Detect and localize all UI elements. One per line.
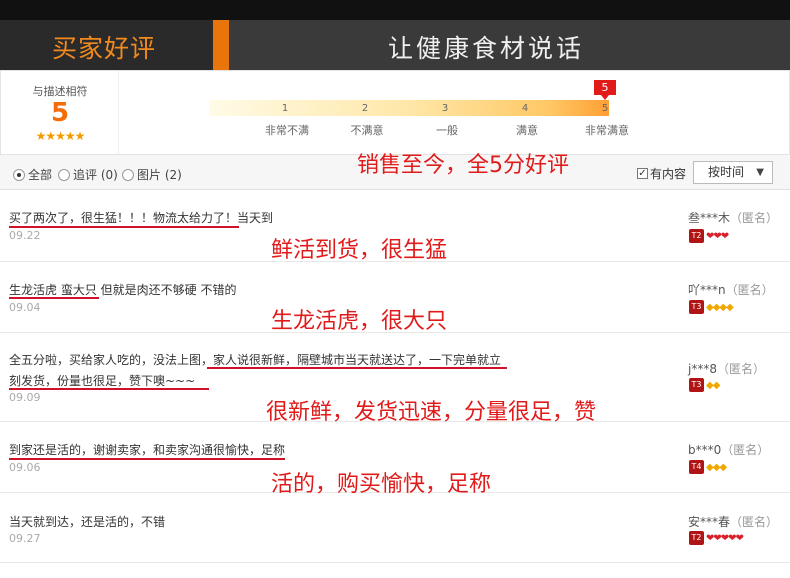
review-date: 09.22 (9, 229, 41, 242)
top-black-bar (0, 0, 790, 20)
summary-annotation: 销售至今，全5分好评 (357, 153, 569, 178)
reviewer-nickname: 安***春 (688, 515, 731, 529)
review-text-line-2: 刻发货，份量也很足，赞下噢~~~ (9, 374, 196, 388)
reviewer-name: 叁***木（匿名） (688, 209, 778, 226)
reviewer-level: T3 ◆◆◆◆ (689, 300, 734, 314)
scale-number-1: 1 (281, 103, 289, 114)
radio-unchecked-icon (122, 168, 134, 181)
level-badge: T2 (689, 229, 704, 243)
diamond-gems-icon: ◆◆◆◆ (706, 301, 734, 313)
rating-label: 与描述相符 (32, 85, 88, 98)
anonymous-tag: （匿名） (721, 443, 770, 457)
level-badge: T4 (689, 460, 704, 474)
review-underline (9, 458, 285, 460)
heart-gems-icon: ❤❤❤❤❤ (706, 532, 744, 544)
anonymous-tag: （匿名） (725, 283, 774, 297)
reviewer-name: 安***春（匿名） (688, 513, 778, 530)
banner-title-block: 买家好评 (0, 20, 213, 70)
filter-images-radio[interactable]: 图片 (2) (122, 166, 182, 183)
heart-gems-icon: ❤❤❤ (706, 230, 729, 242)
rating-score-panel: 与描述相符 5 ★★★★★ (1, 71, 119, 154)
scale-number-4: 4 (521, 103, 529, 114)
review-date: 09.04 (9, 301, 41, 314)
header-banner: 买家好评 让健康食材说话 (0, 20, 790, 70)
filter-followup-radio[interactable]: 追评 (0) (58, 166, 118, 183)
review-text: 到家还是活的，谢谢卖家，和卖家沟通很愉快，足称 (9, 443, 286, 457)
scale-word-3: 一般 (436, 124, 458, 137)
scale-number-5: 5 (601, 103, 609, 114)
review-annotation: 鲜活到货，很生猛 (271, 238, 448, 263)
reviewer-name: j***8（匿名） (688, 360, 765, 377)
review-date: 09.09 (9, 391, 41, 404)
reviewer-nickname: 吖***n (688, 283, 726, 297)
scale-word-2: 不满意 (350, 124, 384, 137)
diamond-gems-icon: ◆◆ (706, 379, 720, 391)
has-content-checkbox[interactable]: ✓ 有内容 (637, 165, 686, 182)
level-badge: T3 (689, 378, 704, 392)
review-text: 生龙活虎 蛮大只 但就是肉还不够硬 不错的 (9, 283, 237, 297)
banner-accent-stripe (213, 20, 229, 70)
review-item: 到家还是活的，谢谢卖家，和卖家沟通很愉快，足称 09.06 活的，购买愉快，足称… (0, 422, 790, 497)
filter-all-label: 全部 (28, 168, 53, 182)
sort-dropdown[interactable]: 按时间 ▼ (693, 161, 773, 184)
reviewer-nickname: j***8 (688, 362, 717, 376)
filter-images-label: 图片 (2) (137, 168, 182, 182)
rating-scale-pin: 5 (594, 80, 616, 100)
rating-summary: 与描述相符 5 ★★★★★ 5 1 2 3 4 5 非常不满 不满意 一般 满意… (0, 70, 790, 155)
sort-label: 按时间 (708, 165, 745, 179)
review-date: 09.27 (9, 532, 41, 545)
anonymous-tag: （匿名） (730, 211, 779, 225)
radio-checked-icon (13, 168, 25, 181)
filter-all-radio[interactable]: 全部 (13, 166, 52, 183)
banner-title: 买家好评 (52, 34, 157, 63)
review-underline (9, 388, 209, 390)
review-item: 当天就到达，还是活的，不错 09.27 安***春（匿名） T2 ❤❤❤❤❤ (0, 493, 790, 563)
scale-number-3: 3 (441, 103, 449, 114)
filter-followup-label: 追评 (0) (73, 168, 118, 182)
rating-stars-icon: ★★★★★ (35, 129, 86, 143)
review-underline (207, 367, 507, 369)
has-content-label: 有内容 (650, 167, 687, 181)
level-badge: T2 (689, 531, 704, 545)
reviewer-level: T2 ❤❤❤ (689, 229, 729, 243)
reviewer-level: T2 ❤❤❤❤❤ (689, 531, 744, 545)
scale-word-5: 非常满意 (585, 124, 629, 137)
banner-slogan: 让健康食材说话 (388, 34, 585, 63)
checkmark-icon: ✓ (637, 168, 648, 179)
anonymous-tag: （匿名） (716, 362, 765, 376)
review-text: 当天就到达，还是活的，不错 (9, 515, 166, 529)
review-date: 09.06 (9, 461, 41, 474)
reviewer-nickname: 叁***木 (688, 211, 731, 225)
chevron-down-icon: ▼ (756, 167, 764, 178)
reviewer-name: 吖***n（匿名） (688, 281, 774, 298)
rating-score: 5 (50, 98, 70, 128)
diamond-gems-icon: ◆◆◆ (706, 461, 727, 473)
scale-word-1: 非常不满 (265, 124, 309, 137)
review-text-line-1: 全五分啦，买给家人吃的，没法上图，家人说很新鲜，隔壁城市当天就送达了，一下完单就… (9, 353, 502, 367)
reviewer-nickname: b***0 (688, 443, 722, 457)
review-underline (9, 226, 239, 228)
radio-unchecked-icon (58, 168, 70, 181)
level-badge: T3 (689, 300, 704, 314)
review-item: 全五分啦，买给家人吃的，没法上图，家人说很新鲜，隔壁城市当天就送达了，一下完单就… (0, 333, 790, 425)
review-underline (9, 297, 99, 299)
anonymous-tag: （匿名） (730, 515, 779, 529)
reviewer-level: T3 ◆◆ (689, 378, 720, 392)
review-item: 买了两次了，很生猛！！！物流太给力了！当天到 09.22 鲜活到货，很生猛 叁*… (0, 191, 790, 263)
review-item: 生龙活虎 蛮大只 但就是肉还不够硬 不错的 09.04 生龙活虎，很大只 吖**… (0, 262, 790, 334)
scale-number-2: 2 (361, 103, 369, 114)
reviewer-name: b***0（匿名） (688, 441, 769, 458)
scale-word-4: 满意 (516, 124, 538, 137)
reviewer-level: T4 ◆◆◆ (689, 460, 727, 474)
rating-scale-bar (209, 100, 609, 116)
review-annotation: 生龙活虎，很大只 (271, 309, 448, 334)
review-text: 买了两次了，很生猛！！！物流太给力了！当天到 (9, 211, 274, 225)
